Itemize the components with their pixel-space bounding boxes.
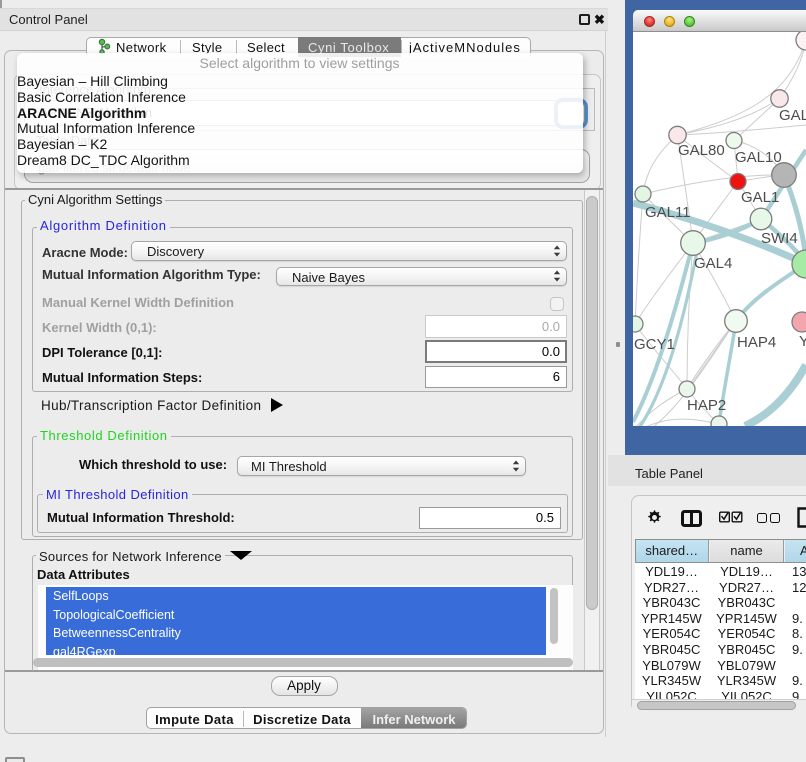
- svg-text:HAP2: HAP2: [687, 397, 726, 414]
- svg-text:HAP4: HAP4: [737, 334, 776, 351]
- svg-text:SWI4: SWI4: [761, 230, 798, 247]
- svg-text:GAL10: GAL10: [735, 149, 782, 166]
- svg-text:GAL1: GAL1: [741, 189, 779, 206]
- svg-text:YER: YER: [799, 333, 806, 350]
- svg-text:GAL7: GAL7: [779, 107, 806, 124]
- svg-text:GCY1: GCY1: [634, 336, 675, 353]
- svg-text:GAL80: GAL80: [678, 142, 725, 159]
- svg-text:GAL4: GAL4: [694, 255, 732, 272]
- svg-text:GAL11: GAL11: [645, 204, 691, 221]
